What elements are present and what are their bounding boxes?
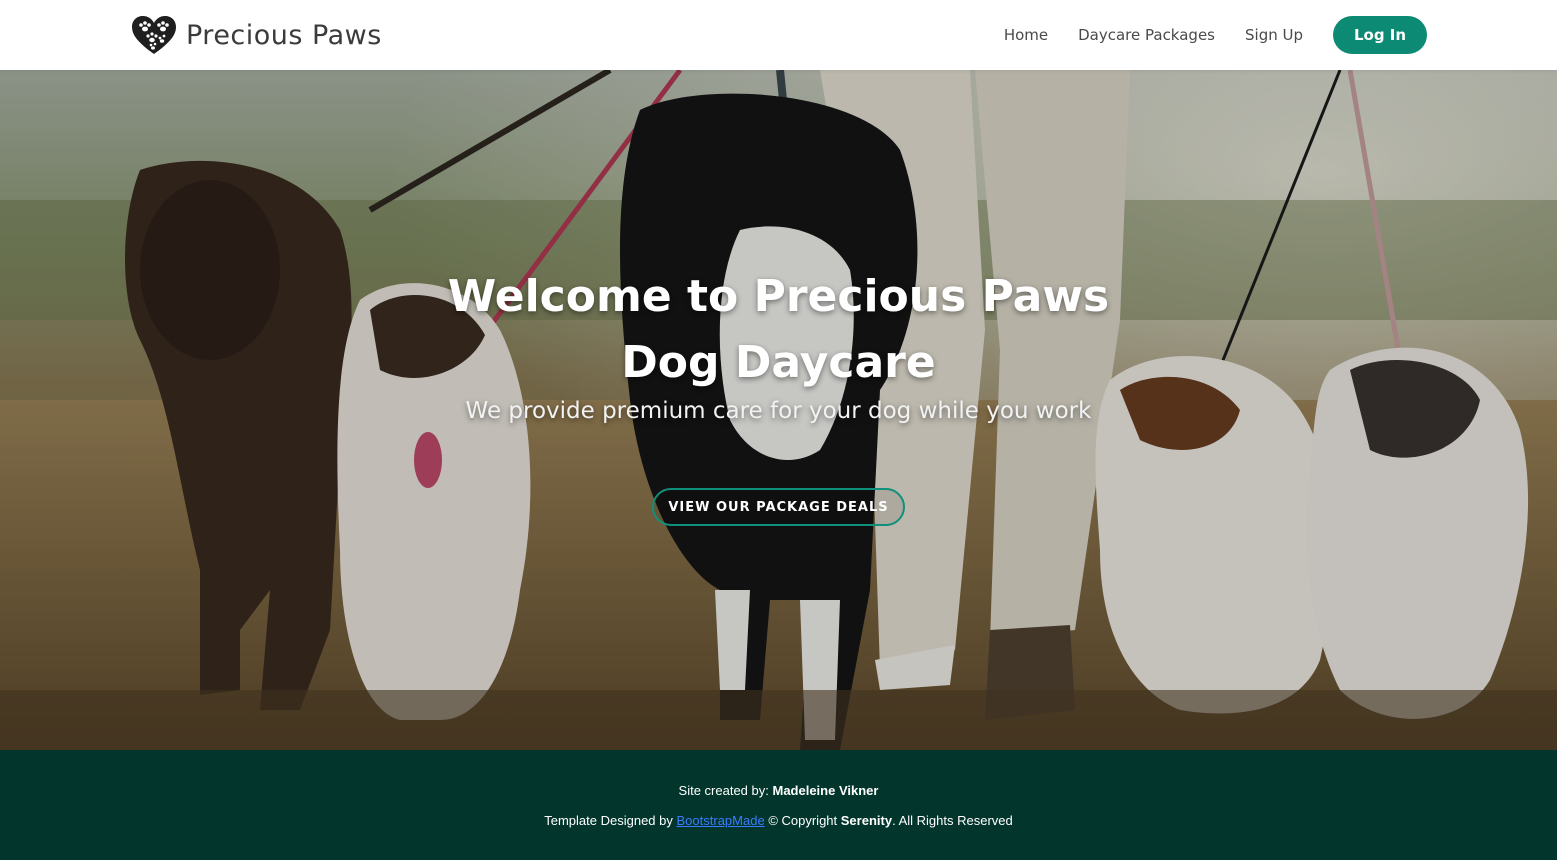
footer-copyright-name: Serenity [840,813,893,828]
footer-credit-prefix: Site created by: [678,783,769,798]
hero-title-line-1: Welcome to Precious Paws [447,271,1110,322]
login-button[interactable]: Log In [1333,16,1427,54]
hero-section: Welcome to Precious Paws Dog Daycare We … [0,70,1557,750]
site-header: Precious Paws Home Daycare Packages Sign… [0,0,1557,70]
brand-name: Precious Paws [186,19,382,51]
paw-heart-logo-icon [132,16,176,54]
footer-copyright-prefix: © Copyright [768,813,838,828]
hero-title: Welcome to Precious Paws Dog Daycare [0,264,1557,396]
bootstrapmade-link[interactable]: BootstrapMade [677,813,765,828]
footer-copyright: Template Designed by BootstrapMade © Cop… [0,813,1557,828]
site-footer: Site created by: Madeleine Vikner Templa… [0,750,1557,860]
brand-link[interactable]: Precious Paws [130,14,382,56]
footer-template-prefix: Template Designed by [544,813,673,828]
hero-title-line-2: Dog Daycare [621,337,936,388]
footer-credit: Site created by: Madeleine Vikner [0,783,1557,798]
view-package-deals-button[interactable]: VIEW OUR PACKAGE DEALS [652,488,905,526]
nav-daycare-packages[interactable]: Daycare Packages [1078,26,1215,44]
hero-content: Welcome to Precious Paws Dog Daycare We … [0,264,1557,424]
hero-subtitle: We provide premium care for your dog whi… [465,398,1092,424]
footer-copyright-suffix: . All Rights Reserved [892,813,1013,828]
footer-credit-name: Madeleine Vikner [772,783,879,798]
nav-home[interactable]: Home [1004,26,1048,44]
nav-sign-up[interactable]: Sign Up [1245,26,1303,44]
main-nav: Home Daycare Packages Sign Up Log In [974,16,1427,54]
